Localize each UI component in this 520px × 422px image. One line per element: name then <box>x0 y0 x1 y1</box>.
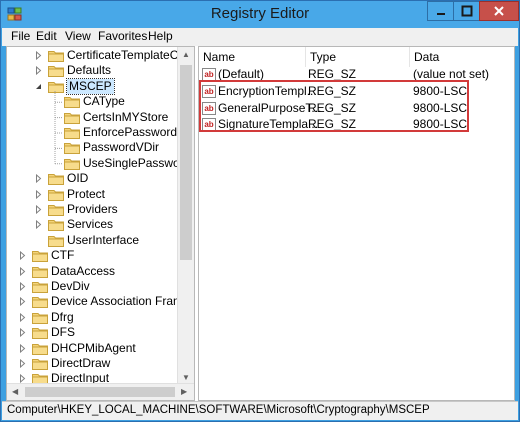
menu-favorites[interactable]: Favorites <box>98 29 147 43</box>
tree-item-label: DevDiv <box>51 279 90 293</box>
scroll-up-icon[interactable]: ▲ <box>182 50 190 59</box>
tree-item-label: DFS <box>51 325 75 340</box>
collapsed-arrow-icon[interactable] <box>18 251 27 261</box>
tree-item-label: PasswordVDir <box>83 140 160 155</box>
title-bar[interactable]: Registry Editor <box>1 1 519 28</box>
collapsed-arrow-icon[interactable] <box>18 282 27 291</box>
tree-connector-lines <box>54 91 63 165</box>
tree-item[interactable]: Providers <box>7 202 177 217</box>
menu-view[interactable]: View <box>65 29 91 43</box>
tree-item[interactable]: UserInterface <box>7 233 177 248</box>
minimize-button[interactable] <box>427 1 453 21</box>
menu-file[interactable]: File <box>11 29 30 43</box>
folder-icon <box>32 343 48 355</box>
tree-item[interactable]: CTF <box>7 248 177 263</box>
tree-item[interactable]: DHCPMibAgent <box>7 341 177 356</box>
highlight-annotation <box>199 80 469 132</box>
collapsed-arrow-icon[interactable] <box>18 297 27 307</box>
tree-item[interactable]: DFS <box>7 325 177 340</box>
tree-item-label: CAType <box>83 94 125 109</box>
folder-icon <box>48 235 64 247</box>
tree-scroll-thumb[interactable] <box>180 65 192 260</box>
tree-item-label: UserInterface <box>67 232 140 247</box>
collapsed-arrow-icon[interactable] <box>18 312 27 322</box>
tree-item[interactable]: DevDiv <box>7 279 177 294</box>
column-header-name[interactable]: Name <box>199 47 306 67</box>
collapsed-arrow-icon[interactable] <box>34 189 43 199</box>
collapsed-arrow-icon[interactable] <box>18 328 27 338</box>
folder-icon <box>32 297 48 309</box>
menu-help[interactable]: Help <box>148 29 173 43</box>
tree-item-label: Services <box>67 217 114 232</box>
minimize-icon <box>436 13 445 15</box>
folder-icon <box>48 220 64 232</box>
column-header-type[interactable]: Type <box>306 47 410 67</box>
folder-icon <box>48 205 64 216</box>
folder-icon <box>32 328 48 340</box>
status-bar: Computer\HKEY_LOCAL_MACHINE\SOFTWARE\Mic… <box>2 401 518 420</box>
collapsed-arrow-icon[interactable] <box>18 359 27 368</box>
tree-item-label: DHCPMibAgent <box>51 340 136 355</box>
tree-item-label: EnforcePassword <box>83 125 178 139</box>
tree-item-label: Device Association Frame <box>51 294 190 309</box>
scroll-right-icon[interactable]: ▶ <box>181 387 187 396</box>
tree-item[interactable]: DataAccess <box>7 264 177 279</box>
tree-item[interactable]: Device Association Frame <box>7 294 190 309</box>
collapsed-arrow-icon[interactable] <box>34 220 43 230</box>
key-tree-pane[interactable]: CertificateTemplateCa Defaults MSCEP CAType… <box>6 46 195 401</box>
tree-item-label: UseSinglePassword <box>83 155 191 170</box>
maximize-button[interactable] <box>453 1 479 21</box>
tree-item[interactable]: DirectDraw <box>7 356 177 371</box>
tree-item[interactable]: Services <box>7 217 177 232</box>
folder-icon <box>32 282 48 293</box>
collapsed-arrow-icon[interactable] <box>18 343 27 353</box>
tree-hscroll-thumb[interactable] <box>25 387 175 397</box>
tree-item-label: DirectDraw <box>51 356 111 370</box>
menu-edit[interactable]: Edit <box>36 29 57 43</box>
tree-item-label: CTF <box>51 248 75 263</box>
close-button[interactable] <box>479 1 519 21</box>
tree-item[interactable]: Dfrg <box>7 310 177 325</box>
tree-item-label: Dfrg <box>51 309 74 324</box>
maximize-icon <box>461 5 472 17</box>
status-path: Computer\HKEY_LOCAL_MACHINE\SOFTWARE\Mic… <box>7 404 430 416</box>
tree-item-label: Providers <box>67 202 118 216</box>
folder-icon <box>32 266 48 278</box>
folder-icon <box>32 359 48 370</box>
tree-vertical-scrollbar[interactable]: ▲ ▼ <box>177 47 194 385</box>
collapsed-arrow-icon[interactable] <box>18 266 27 276</box>
tree-item-label: Protect <box>67 186 106 201</box>
folder-icon <box>48 189 64 201</box>
collapsed-arrow-icon[interactable] <box>34 205 43 214</box>
tree-horizontal-scrollbar[interactable]: ◀ ▶ <box>7 383 194 400</box>
scroll-down-icon[interactable]: ▼ <box>182 373 190 382</box>
close-icon <box>494 6 504 16</box>
tree-item-label: CertsInMYStore <box>83 109 169 124</box>
column-header-data[interactable]: Data <box>410 47 514 67</box>
tree-item-label: DataAccess <box>51 263 116 278</box>
folder-icon <box>32 312 48 324</box>
menu-bar: File Edit View Favorites Help <box>2 28 518 46</box>
registry-editor-window: Registry Editor File Edit View Favorites… <box>0 0 520 422</box>
scroll-left-icon[interactable]: ◀ <box>12 387 18 396</box>
tree-item[interactable]: Protect <box>7 187 177 202</box>
folder-icon <box>32 251 48 263</box>
